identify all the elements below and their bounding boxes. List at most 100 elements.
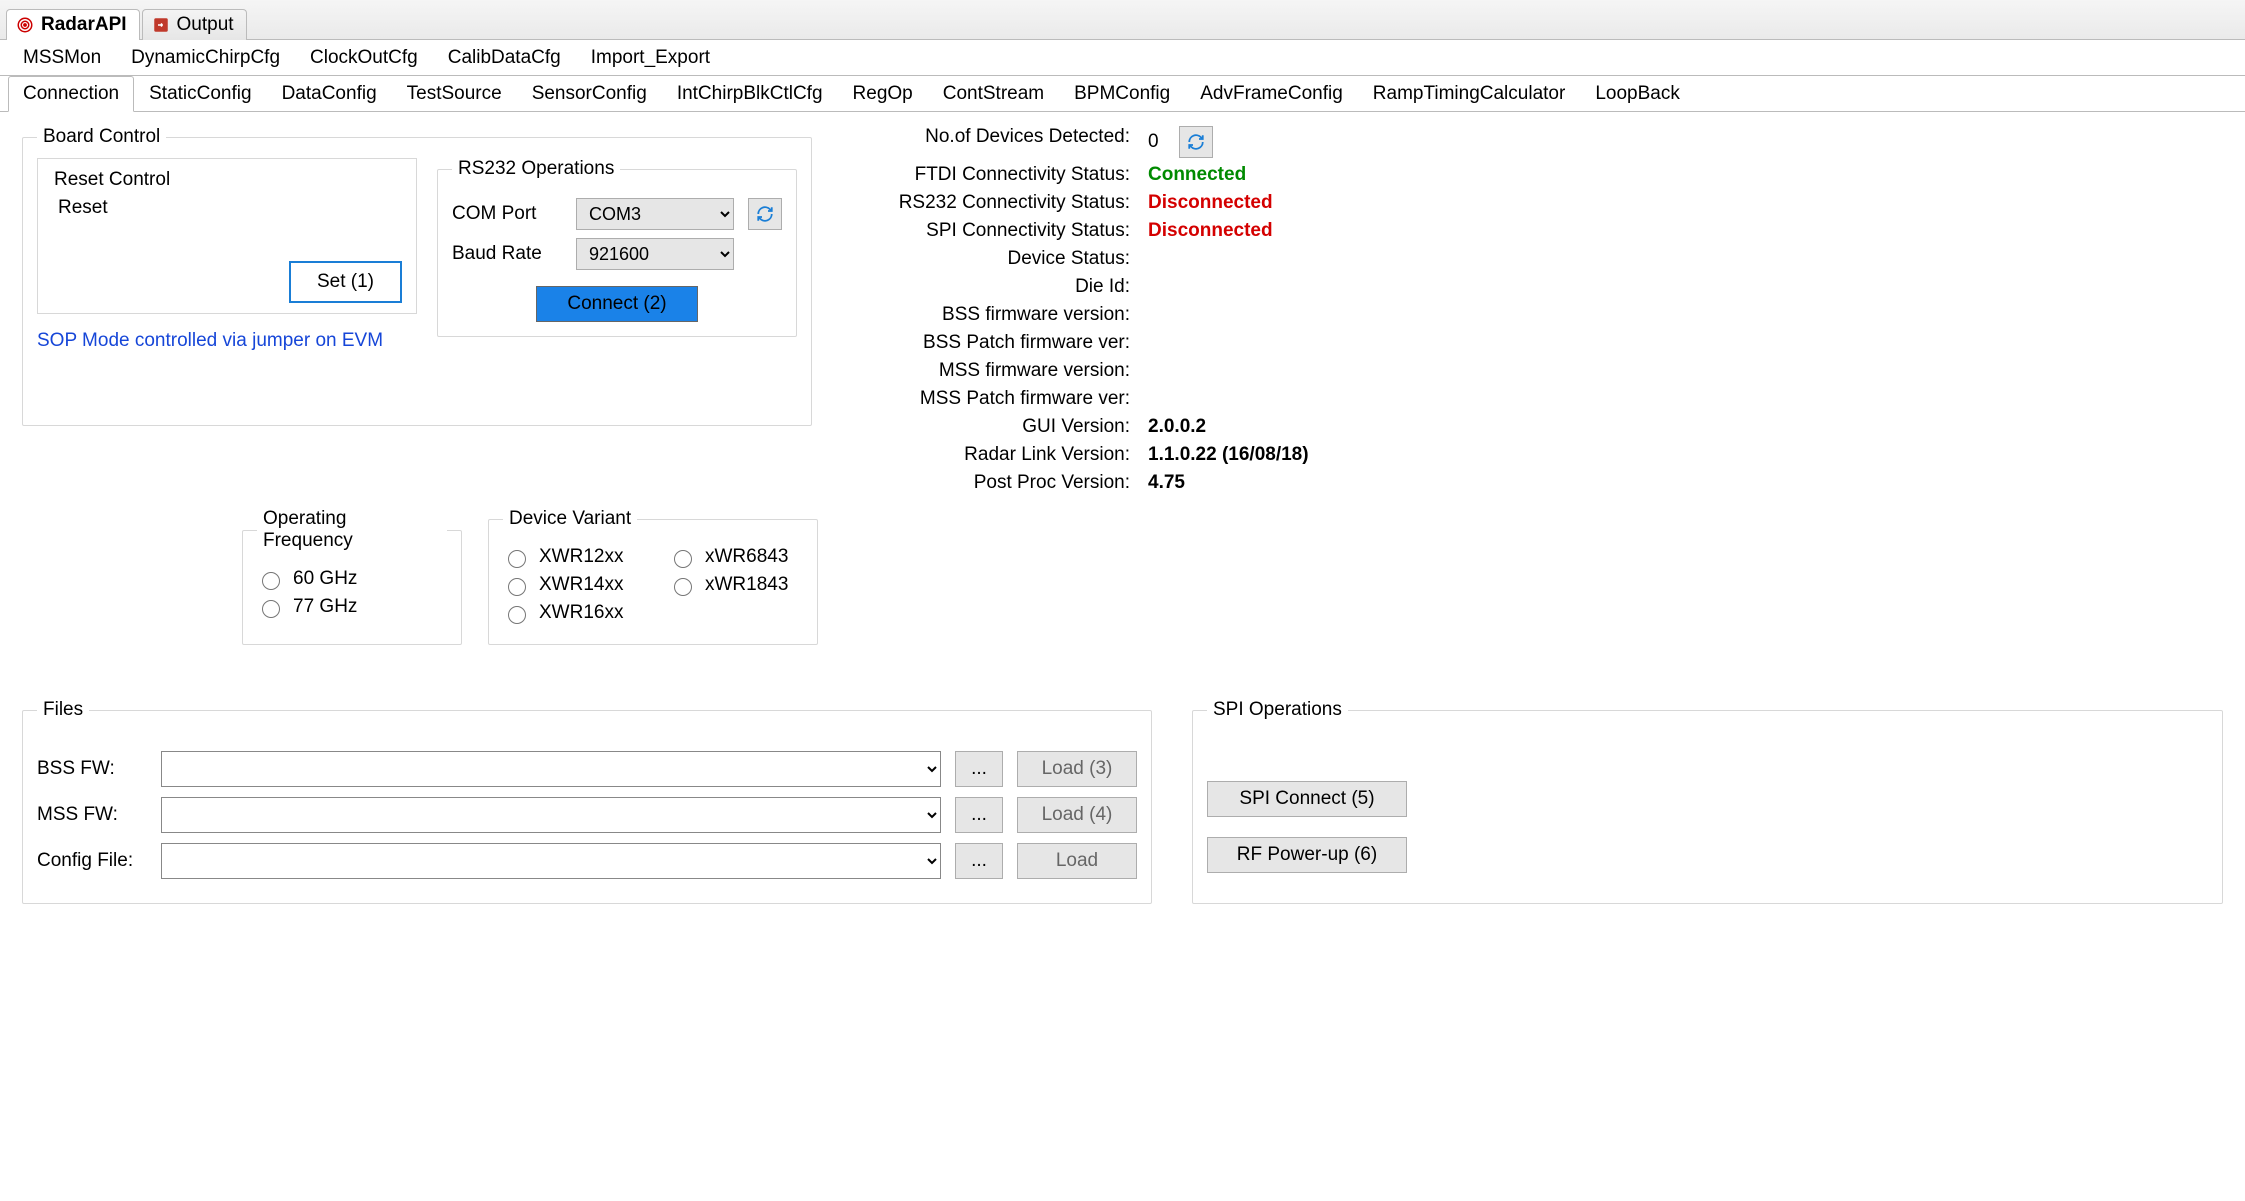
radio-label: 60 GHz — [293, 568, 357, 590]
status-value — [1148, 248, 1448, 270]
baud-rate-label: Baud Rate — [452, 243, 562, 265]
tab-ramptimingcalculator[interactable]: RampTimingCalculator — [1358, 76, 1581, 112]
device-variant-option[interactable]: XWR12xx — [503, 546, 637, 568]
radio-label: 77 GHz — [293, 596, 357, 618]
browse-button[interactable]: ... — [955, 797, 1003, 833]
load-button[interactable]: Load (3) — [1017, 751, 1137, 787]
status-value — [1148, 360, 1448, 382]
tab-intchirpblkctlcfg[interactable]: IntChirpBlkCtlCfg — [662, 76, 838, 112]
file-row: BSS FW:... Load (3) — [37, 751, 1137, 787]
file-path-select[interactable] — [161, 751, 941, 787]
export-icon — [151, 15, 171, 35]
tab-loopback[interactable]: LoopBack — [1580, 76, 1695, 112]
reset-control-group: Reset Control Reset Set (1) — [37, 158, 417, 314]
radio-label: XWR14xx — [539, 574, 623, 596]
browse-button[interactable]: ... — [955, 843, 1003, 879]
file-row-label: BSS FW: — [37, 758, 147, 780]
com-port-label: COM Port — [452, 203, 562, 225]
status-value: Connected — [1148, 164, 1448, 186]
status-value — [1148, 388, 1448, 410]
device-variant-option[interactable]: XWR16xx — [503, 602, 637, 624]
status-key: MSS firmware version: — [830, 360, 1130, 382]
tab-calibdatacfg[interactable]: CalibDataCfg — [433, 40, 576, 76]
radio-label: xWR6843 — [705, 546, 788, 568]
files-legend: Files — [37, 699, 89, 721]
tab-staticconfig[interactable]: StaticConfig — [134, 76, 266, 112]
connect-button[interactable]: Connect (2) — [536, 286, 697, 322]
operating-frequency-group: Operating Frequency 60 GHz 77 GHz — [242, 508, 462, 645]
board-control-group: Board Control Reset Control Reset Set (1… — [22, 126, 812, 426]
tab-import_export[interactable]: Import_Export — [576, 40, 725, 76]
radio-label: xWR1843 — [705, 574, 788, 596]
status-value: 1.1.0.22 (16/08/18) — [1148, 444, 1448, 466]
file-tab-label: Output — [177, 14, 234, 36]
tab-dynamicchirpcfg[interactable]: DynamicChirpCfg — [116, 40, 295, 76]
com-port-select[interactable]: COM3 — [576, 198, 734, 230]
rs232-group: RS232 Operations COM Port COM3 Baud Rate — [437, 158, 797, 337]
radio-label: XWR12xx — [539, 546, 623, 568]
file-row: MSS FW:... Load (4) — [37, 797, 1137, 833]
status-value: 0 — [1148, 126, 1448, 158]
tab-bpmconfig[interactable]: BPMConfig — [1059, 76, 1185, 112]
set-button[interactable]: Set (1) — [289, 261, 402, 303]
reset-label: Reset — [58, 197, 402, 219]
device-variant-option[interactable]: xWR1843 — [669, 574, 803, 596]
file-tab-output[interactable]: Output — [142, 9, 247, 40]
tab-mssmon[interactable]: MSSMon — [8, 40, 116, 76]
spi-operations-group: SPI Operations SPI Connect (5) RF Power-… — [1192, 699, 2223, 904]
status-key: Radar Link Version: — [830, 444, 1130, 466]
reset-control-legend: Reset Control — [48, 169, 176, 191]
operating-frequency-legend: Operating Frequency — [257, 508, 447, 552]
status-key: FTDI Connectivity Status: — [830, 164, 1130, 186]
operating-frequency-option[interactable]: 60 GHz — [257, 568, 447, 590]
file-path-select[interactable] — [161, 843, 941, 879]
tab-dataconfig[interactable]: DataConfig — [267, 76, 392, 112]
status-key: Post Proc Version: — [830, 472, 1130, 494]
status-key: Die Id: — [830, 276, 1130, 298]
device-variant-option[interactable]: XWR14xx — [503, 574, 637, 596]
status-value: 2.0.0.2 — [1148, 416, 1448, 438]
status-value — [1148, 276, 1448, 298]
status-key: No.of Devices Detected: — [830, 126, 1130, 158]
refresh-icon — [1187, 133, 1205, 151]
files-group: Files BSS FW:... Load (3) MSS FW:... Load (… — [22, 699, 1152, 904]
status-key: BSS firmware version: — [830, 304, 1130, 326]
status-grid: No.of Devices Detected: 0 FTDI Connectivit… — [830, 126, 2223, 494]
tab-sensorconfig[interactable]: SensorConfig — [517, 76, 662, 112]
device-variant-legend: Device Variant — [503, 508, 637, 530]
file-tab-label: RadarAPI — [41, 14, 127, 36]
file-tab-radarapi[interactable]: RadarAPI — [6, 9, 140, 40]
file-row-label: MSS FW: — [37, 804, 147, 826]
spi-connect-button[interactable]: SPI Connect (5) — [1207, 781, 1407, 817]
com-port-refresh-button[interactable] — [748, 198, 782, 230]
status-key: RS232 Connectivity Status: — [830, 192, 1130, 214]
file-row-label: Config File: — [37, 850, 147, 872]
radio-label: XWR16xx — [539, 602, 623, 624]
tab-regop[interactable]: RegOp — [838, 76, 928, 112]
board-control-legend: Board Control — [37, 126, 166, 148]
file-path-select[interactable] — [161, 797, 941, 833]
device-variant-option[interactable]: xWR6843 — [669, 546, 803, 568]
tab-testsource[interactable]: TestSource — [392, 76, 517, 112]
tab-clockoutcfg[interactable]: ClockOutCfg — [295, 40, 433, 76]
tab-row-2: ConnectionStaticConfigDataConfigTestSour… — [0, 76, 2245, 112]
operating-frequency-option[interactable]: 77 GHz — [257, 596, 447, 618]
devices-refresh-button[interactable] — [1179, 126, 1213, 158]
status-key: MSS Patch firmware ver: — [830, 388, 1130, 410]
sop-mode-note: SOP Mode controlled via jumper on EVM — [37, 330, 417, 352]
browse-button[interactable]: ... — [955, 751, 1003, 787]
tab-row-1: MSSMonDynamicChirpCfgClockOutCfgCalibDat… — [0, 40, 2245, 76]
baud-rate-select[interactable]: 921600 — [576, 238, 734, 270]
file-tab-strip: RadarAPI Output — [0, 0, 2245, 40]
status-key: BSS Patch firmware ver: — [830, 332, 1130, 354]
tab-contstream[interactable]: ContStream — [928, 76, 1059, 112]
load-button[interactable]: Load — [1017, 843, 1137, 879]
tab-connection[interactable]: Connection — [8, 76, 134, 112]
status-value — [1148, 304, 1448, 326]
status-value: Disconnected — [1148, 220, 1448, 242]
tab-advframeconfig[interactable]: AdvFrameConfig — [1185, 76, 1358, 112]
rf-powerup-button[interactable]: RF Power-up (6) — [1207, 837, 1407, 873]
status-value — [1148, 332, 1448, 354]
load-button[interactable]: Load (4) — [1017, 797, 1137, 833]
device-variant-group: Device Variant XWR12xx XWR14xx XWR16xx xWR… — [488, 508, 818, 645]
